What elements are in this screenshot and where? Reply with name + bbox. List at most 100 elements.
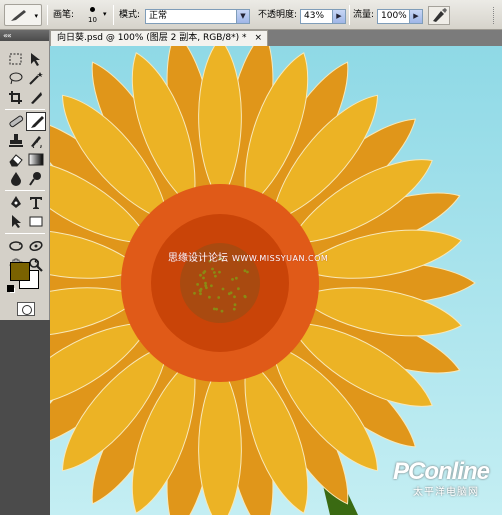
- slice-icon: [31, 92, 42, 104]
- seed-dot: [196, 283, 200, 286]
- logo-brand: PConline: [393, 458, 490, 485]
- move-icon: [31, 53, 40, 66]
- toolbox-collapse[interactable]: ««: [0, 30, 49, 41]
- history-brush-tool[interactable]: [26, 131, 46, 150]
- seed-dot: [220, 309, 224, 313]
- magic-wand-icon: [29, 72, 43, 85]
- logo-subtitle: 太平洋电脑网: [413, 487, 479, 498]
- brush-icon: [31, 116, 44, 128]
- brush-tool-icon: [11, 10, 26, 21]
- seed-dot: [210, 284, 213, 288]
- seed-dot: [235, 276, 238, 280]
- move-tool[interactable]: [26, 50, 46, 69]
- crop-tool[interactable]: [6, 88, 26, 107]
- seed-dot: [213, 271, 216, 274]
- toolbox: «« ↰: [0, 30, 50, 320]
- opacity-label: 不透明度:: [258, 10, 298, 20]
- tool-preset-picker[interactable]: ▾: [4, 4, 42, 26]
- chevron-down-icon[interactable]: ▼: [236, 10, 249, 23]
- divider: [5, 190, 45, 191]
- document-tab[interactable]: 向日葵.psd @ 100% (图层 2 副本, RGB/8*) * ×: [50, 30, 268, 46]
- opacity-field[interactable]: 43% ▶: [300, 9, 346, 24]
- orbit-icon: [29, 240, 43, 252]
- seed-dot: [221, 287, 225, 291]
- watermark-url: WWW.MISSYUAN.COM: [232, 254, 329, 263]
- gradient-tool[interactable]: [26, 150, 46, 169]
- brush-tip-icon: [90, 7, 95, 12]
- seed-dot: [231, 278, 234, 281]
- seed-dot: [208, 295, 211, 299]
- water-drop-icon: [11, 172, 21, 186]
- chevron-right-icon[interactable]: ▶: [332, 10, 345, 23]
- watermark: 思缘设计论坛 WWW.MISSYUAN.COM: [168, 249, 328, 264]
- document-canvas[interactable]: 思缘设计论坛 WWW.MISSYUAN.COM PConline 太平洋电脑网: [50, 46, 502, 515]
- dodge-tool[interactable]: [26, 169, 46, 188]
- rectangle-icon: [29, 216, 43, 227]
- slice-tool[interactable]: [26, 88, 46, 107]
- close-icon[interactable]: ×: [254, 31, 262, 46]
- seed-dot: [199, 287, 203, 291]
- lasso-tool[interactable]: [6, 69, 26, 88]
- marquee-tool[interactable]: [6, 50, 26, 69]
- brush-preset-picker[interactable]: 10 ▾: [84, 4, 112, 26]
- brush-label: 画笔:: [53, 10, 75, 20]
- path-selection-tool[interactable]: [6, 212, 26, 231]
- airbrush-icon: [433, 8, 447, 22]
- seed-dot: [204, 281, 207, 285]
- eraser-icon: [9, 154, 23, 167]
- quick-mask-button[interactable]: [17, 302, 35, 316]
- flow-field[interactable]: 100% ▶: [377, 9, 423, 24]
- swap-colors-icon[interactable]: ↰: [33, 259, 41, 269]
- eraser-tool[interactable]: [6, 150, 26, 169]
- brush-tool[interactable]: [26, 112, 46, 131]
- crop-icon: [9, 91, 22, 104]
- type-tool[interactable]: [26, 193, 46, 212]
- seed-dot: [217, 296, 221, 299]
- foreground-color-swatch[interactable]: [10, 262, 30, 281]
- mode-label: 模式:: [119, 10, 141, 20]
- healing-brush-tool[interactable]: [6, 112, 26, 131]
- brush-size: 10: [88, 16, 97, 24]
- sunflower-artwork: [50, 46, 502, 515]
- mode-value: 正常: [149, 11, 168, 21]
- seed-dot: [203, 270, 207, 273]
- divider: [47, 5, 48, 25]
- marquee-icon: [9, 53, 22, 65]
- seed-dot: [233, 295, 236, 299]
- shape-tool[interactable]: [26, 212, 46, 231]
- lasso-icon: [9, 72, 23, 85]
- mode-select[interactable]: 正常 ▼: [145, 9, 250, 24]
- seed-dot: [237, 287, 240, 291]
- divider: [113, 5, 114, 25]
- clone-stamp-tool[interactable]: [6, 131, 26, 150]
- seed-dot: [202, 276, 205, 280]
- magic-wand-tool[interactable]: [26, 69, 46, 88]
- seed-dot: [199, 292, 202, 296]
- divider: [5, 233, 45, 234]
- airbrush-toggle[interactable]: [428, 6, 450, 25]
- divider: [349, 5, 350, 25]
- seed-dot: [218, 270, 221, 274]
- 3d-orbit-tool[interactable]: [26, 236, 46, 255]
- seed-dot: [232, 307, 236, 311]
- history-brush-icon: [31, 136, 42, 148]
- seed-dot: [214, 274, 217, 278]
- blur-tool[interactable]: [6, 169, 26, 188]
- stamp-icon: [9, 134, 23, 147]
- seed-dot: [243, 295, 247, 299]
- options-grip[interactable]: [493, 7, 497, 24]
- pen-tool[interactable]: [6, 193, 26, 212]
- chevron-down-icon: ▾: [103, 10, 107, 18]
- seed-dot: [193, 291, 196, 295]
- seed-dot: [233, 303, 237, 307]
- seed-dot: [215, 307, 219, 311]
- document-title: 向日葵.psd @ 100% (图层 2 副本, RGB/8*) *: [57, 33, 247, 43]
- panel-background: [0, 320, 50, 515]
- chevron-right-icon[interactable]: ▶: [409, 10, 422, 23]
- dodge-icon: [29, 172, 41, 186]
- 3d-rotate-tool[interactable]: [6, 236, 26, 255]
- seed-dot: [227, 292, 231, 296]
- gradient-icon: [28, 153, 44, 166]
- seed-dot: [204, 284, 208, 288]
- default-colors-icon[interactable]: [7, 285, 14, 292]
